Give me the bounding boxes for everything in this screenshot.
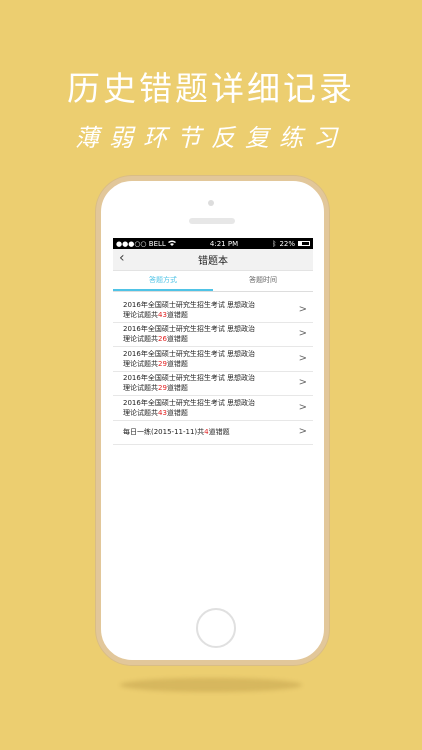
battery-percent: 22% (279, 239, 295, 248)
camera-icon (208, 200, 214, 206)
chevron-right-icon: > (298, 377, 307, 389)
status-bar: ●●●○○ BELL 4:21 PM ᛒ 22% (113, 238, 313, 249)
tab-by-method[interactable]: 答题方式 (113, 271, 213, 291)
wrong-question-list: 2016年全国硕士研究生招生考试 思想政治 理论试题共43道错题 > 2016年… (113, 298, 313, 445)
list-item-count-line: 理论试题共26道错题 (123, 335, 188, 344)
list-item[interactable]: 2016年全国硕士研究生招生考试 思想政治 理论试题共29道错题 > (113, 347, 313, 372)
list-item-count-line: 理论试题共43道错题 (123, 310, 188, 319)
list-item-count-line: 理论试题共43道错题 (123, 408, 188, 417)
chevron-right-icon: > (298, 328, 307, 340)
navigation-bar: ‹ 错题本 (113, 249, 313, 271)
list-item[interactable]: 2016年全国硕士研究生招生考试 思想政治 理论试题共29道错题 > (113, 372, 313, 396)
clock: 4:21 PM (209, 239, 239, 248)
list-item-title: 2016年全国硕士研究生招生考试 思想政治 (123, 349, 256, 358)
chevron-right-icon: > (298, 352, 307, 364)
tab-bar: 答题方式 答题时间 (113, 271, 313, 292)
back-chevron-icon[interactable]: ‹ (119, 250, 125, 266)
list-item-count-line: 理论试题共29道错题 (123, 359, 188, 368)
promo-subline: 薄弱环节反复练习 (75, 124, 347, 152)
chevron-right-icon: > (298, 303, 307, 315)
list-item-title: 2016年全国硕士研究生招生考试 思想政治 (123, 325, 256, 334)
home-button[interactable] (196, 608, 236, 648)
promo-headline: 历史错题详细记录 (67, 69, 355, 108)
daily-practice-line: 每日一练(2015-11-11)共4道错题 (123, 428, 230, 437)
bluetooth-icon: ᛒ (272, 239, 277, 248)
speaker-grille (189, 218, 235, 224)
page-title: 错题本 (198, 256, 228, 267)
battery-icon (298, 241, 310, 246)
wifi-icon (167, 240, 176, 248)
tab-by-time[interactable]: 答题时间 (213, 271, 313, 291)
phone-shadow (120, 678, 302, 692)
chevron-right-icon: > (298, 426, 307, 438)
carrier-label: ●●●○○ BELL (116, 239, 166, 248)
list-item-title: 2016年全国硕士研究生招生考试 思想政治 (123, 300, 256, 309)
list-item-daily[interactable]: 每日一练(2015-11-11)共4道错题 > (113, 421, 313, 445)
list-item[interactable]: 2016年全国硕士研究生招生考试 思想政治 理论试题共26道错题 > (113, 323, 313, 347)
list-item-title: 2016年全国硕士研究生招生考试 思想政治 (123, 374, 256, 383)
list-item[interactable]: 2016年全国硕士研究生招生考试 思想政治 理论试题共43道错题 > (113, 396, 313, 421)
phone-screen: ●●●○○ BELL 4:21 PM ᛒ 22% ‹ 错题本 答题方式 答题时间… (113, 238, 313, 595)
chevron-right-icon: > (298, 401, 307, 413)
list-item-title: 2016年全国硕士研究生招生考试 思想政治 (123, 398, 256, 407)
list-item[interactable]: 2016年全国硕士研究生招生考试 思想政治 理论试题共43道错题 > (113, 298, 313, 323)
list-item-count-line: 理论试题共29道错题 (123, 384, 188, 393)
